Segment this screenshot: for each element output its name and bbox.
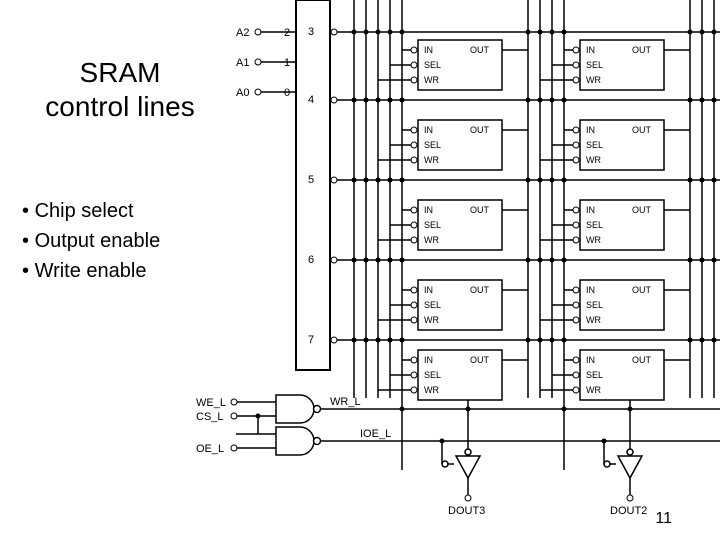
cell-r7-c2 (573, 350, 664, 400)
cell-r3-c2 (573, 40, 664, 90)
cell-r5-c1 (411, 200, 502, 250)
address-inputs: A2 A1 A0 2 1 0 (236, 27, 296, 99)
label-a0: A0 (236, 87, 249, 99)
cell-r4-c2 (573, 120, 664, 170)
label-a2: A2 (236, 27, 249, 39)
label-dout2: DOUT2 (610, 505, 647, 517)
cell-r7-c1 (411, 350, 502, 400)
vertical-bus-mid (528, 0, 564, 470)
sram-diagram: IN SEL WR OUT A2 A1 A0 2 1 0 (0, 0, 720, 540)
label-a2n: 2 (284, 27, 290, 39)
row3-label: 3 (308, 26, 314, 38)
row4-label: 4 (308, 94, 314, 106)
cell-r6-c1 (411, 280, 502, 330)
label-cs: CS_L (196, 411, 224, 423)
buffer-dout3 (442, 449, 480, 478)
vertical-bus-left (354, 0, 402, 470)
label-a0n: 0 (284, 87, 290, 99)
cell-grid (411, 40, 664, 400)
cell-r5-c2 (573, 200, 664, 250)
nand-ioe (276, 427, 321, 455)
cell-r4-c1 (411, 120, 502, 170)
row7-label: 7 (308, 334, 314, 346)
label-a1n: 1 (284, 57, 290, 69)
control-gates: WE_L CS_L OE_L WR_L IOE_L (196, 395, 720, 455)
label-we: WE_L (196, 397, 226, 409)
label-wr: WR_L (330, 396, 361, 408)
label-dout3: DOUT3 (448, 505, 485, 517)
nand-wr (276, 395, 321, 423)
row5-label: 5 (308, 174, 314, 186)
label-ioe: IOE_L (360, 428, 391, 440)
buffer-dout2 (604, 449, 642, 478)
row6-label: 6 (308, 254, 314, 266)
output-buffers: DOUT3 DOUT2 (440, 400, 648, 517)
cell-r3-c1 (411, 40, 502, 90)
label-oe: OE_L (196, 443, 224, 455)
cell-r6-c2 (573, 280, 664, 330)
label-a1: A1 (236, 57, 249, 69)
